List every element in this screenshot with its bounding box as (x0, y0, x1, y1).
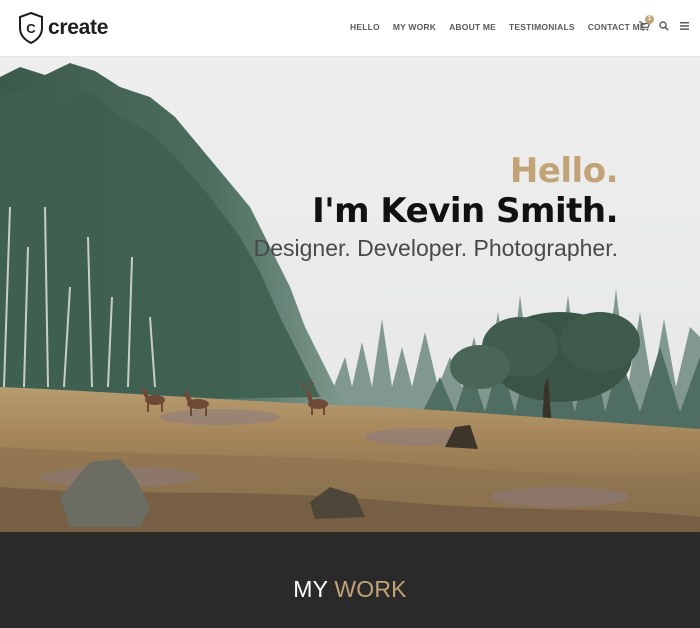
nav-item-testimonials[interactable]: TESTIMONIALS (509, 22, 575, 32)
nav-item-my-work[interactable]: MY WORK (393, 22, 436, 32)
brand-name: create (48, 16, 109, 39)
logo[interactable]: C create (18, 11, 108, 45)
site-header: C create HELLO MY WORK ABOUT ME TESTIMON… (0, 0, 700, 57)
section-title-part1: MY (293, 576, 328, 602)
hero-subtitle: Designer. Developer. Photographer. (253, 235, 618, 261)
hero-section: Hello. I'm Kevin Smith. Designer. Develo… (0, 57, 700, 532)
nav-item-hello[interactable]: HELLO (350, 22, 380, 32)
main-nav: HELLO MY WORK ABOUT ME TESTIMONIALS CONT… (350, 22, 659, 32)
shield-logo-icon: C (19, 12, 43, 44)
hero-text: Hello. I'm Kevin Smith. Designer. Develo… (253, 151, 619, 265)
search-icon (659, 21, 669, 31)
hero-greeting: Hello. (509, 151, 619, 191)
hero-background-image (0, 57, 700, 532)
menu-icon (679, 22, 689, 30)
section-title-part2: WORK (334, 576, 407, 602)
page: C create HELLO MY WORK ABOUT ME TESTIMON… (0, 0, 700, 628)
section-title: MY WORK (0, 576, 700, 603)
header-icons: 1 (637, 15, 697, 33)
hero-headline: I'm Kevin Smith. (312, 191, 618, 231)
logo-letter: C (26, 21, 36, 36)
my-work-section: MY WORK (0, 532, 700, 628)
menu-button[interactable] (677, 19, 691, 33)
nav-item-about-me[interactable]: ABOUT ME (449, 22, 496, 32)
cart-button[interactable]: 1 (637, 15, 654, 33)
cart-count-badge: 1 (645, 15, 654, 24)
search-button[interactable] (657, 19, 671, 33)
